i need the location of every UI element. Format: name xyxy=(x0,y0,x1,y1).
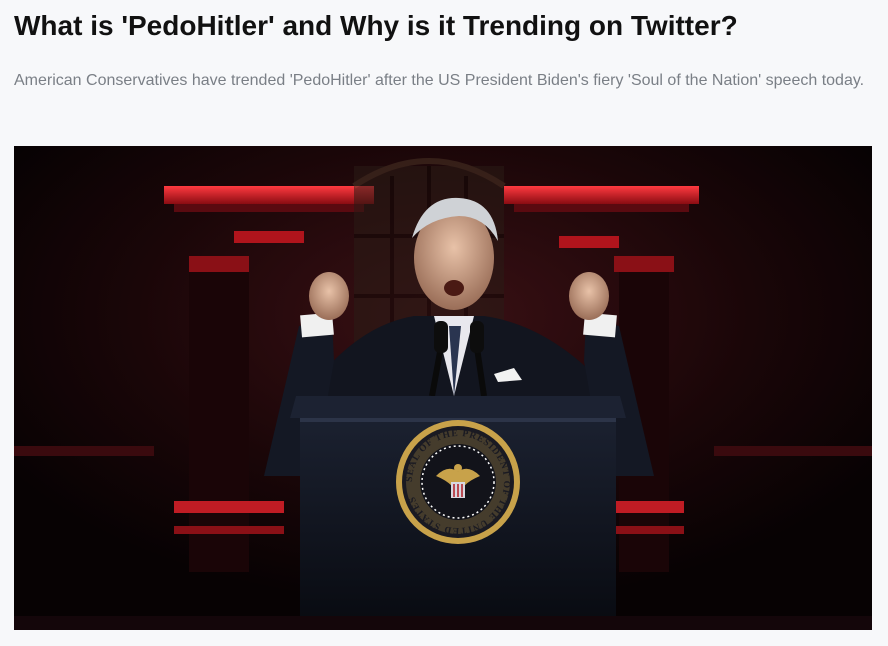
article-summary: American Conservatives have trended 'Ped… xyxy=(14,72,865,89)
speech-photo: SEAL OF THE PRESIDENT OF THE UNITED STAT… xyxy=(14,146,872,630)
article-title: What is 'PedoHitler' and Why is it Trend… xyxy=(14,10,738,41)
floor xyxy=(14,616,872,630)
hero-image: SEAL OF THE PRESIDENT OF THE UNITED STAT… xyxy=(14,146,872,630)
presidential-seal: SEAL OF THE PRESIDENT OF THE UNITED STAT… xyxy=(396,420,520,544)
